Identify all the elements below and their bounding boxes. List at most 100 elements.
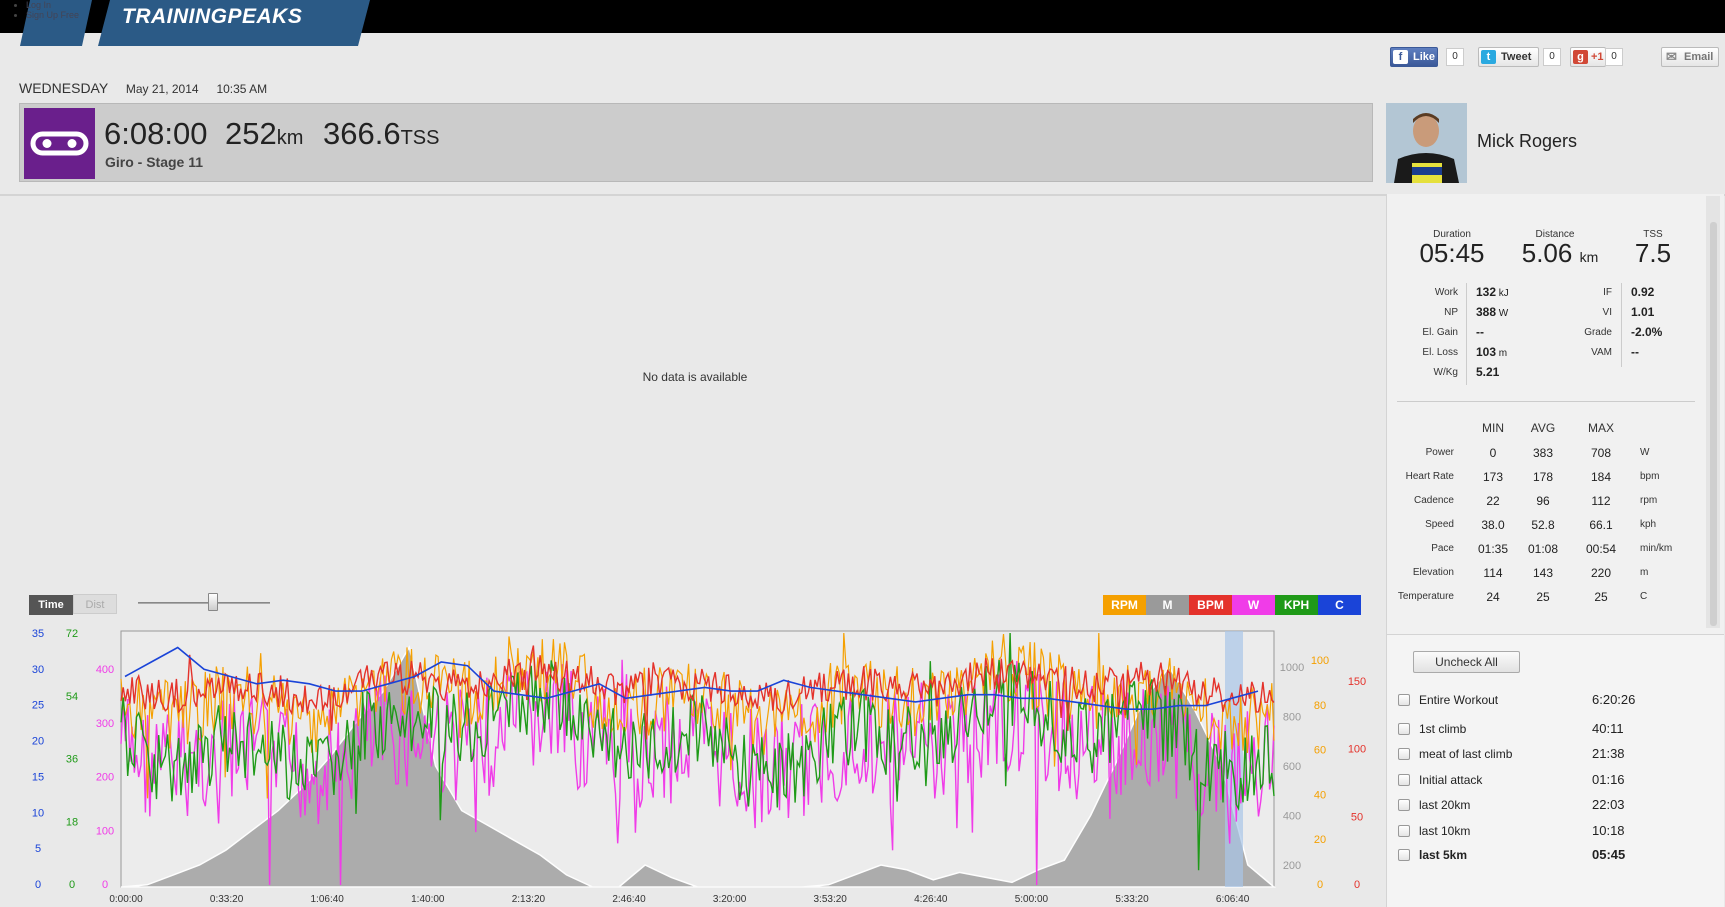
table-max: 66.1 <box>1589 518 1613 532</box>
axis-tick-label: 800 <box>1283 712 1301 724</box>
table-min: 22 <box>1486 494 1500 508</box>
axis-tick-label: 300 <box>96 718 114 730</box>
zoom-slider-handle[interactable] <box>208 593 218 611</box>
x-tick-label: 6:06:40 <box>1216 894 1250 905</box>
table-header-avg: AVG <box>1530 421 1556 435</box>
axis-tick-label: 40 <box>1314 789 1326 801</box>
lap-item[interactable]: Initial attack 01:16 <box>1398 772 1708 790</box>
workout-time: 10:35 AM <box>216 82 268 96</box>
facebook-like-button[interactable]: f Like <box>1390 47 1438 67</box>
duration-value: 05:45 <box>1419 238 1485 268</box>
legend-m[interactable]: M <box>1146 595 1189 615</box>
axis-tick-label: 0 <box>35 879 41 891</box>
lap-item[interactable]: meat of last climb 21:38 <box>1398 746 1708 764</box>
axis-tick-label: 400 <box>96 664 114 676</box>
table-min: 0 <box>1489 446 1497 460</box>
lap-checkbox[interactable] <box>1398 694 1410 706</box>
table-avg: 52.8 <box>1531 518 1555 532</box>
table-unit: kph <box>1640 519 1657 530</box>
axis-tick-label: 10 <box>32 807 44 819</box>
toggle-time[interactable]: Time <box>29 595 73 615</box>
table-avg: 143 <box>1532 566 1554 580</box>
stats-scrollbar-thumb[interactable] <box>1710 222 1717 626</box>
metric-value: 5.21 <box>1476 365 1499 379</box>
metrics-divider-left <box>1466 283 1467 385</box>
lap-name: Initial attack <box>1419 773 1483 787</box>
table-max: 708 <box>1590 446 1612 460</box>
workout-summary: 6:08:00 252km 366.6TSS Giro - Stage 11 <box>19 103 1373 182</box>
axis-tick-label: 18 <box>66 816 78 828</box>
axis-tick-label: 1000 <box>1280 662 1304 674</box>
lap-checkbox[interactable] <box>1398 825 1410 837</box>
table-unit: C <box>1640 591 1648 602</box>
metric-value: -2.0% <box>1631 325 1663 339</box>
table-row-label: Cadence <box>1413 495 1454 506</box>
x-tick-label: 3:20:00 <box>713 894 747 905</box>
email-button[interactable]: ✉ Email <box>1661 47 1719 67</box>
lap-checkbox[interactable] <box>1398 748 1410 760</box>
axis-tick-label: 100 <box>1311 655 1329 667</box>
lap-item[interactable]: last 20km 22:03 <box>1398 797 1708 815</box>
legend-rpm[interactable]: RPM <box>1103 595 1146 615</box>
lap-checkbox[interactable] <box>1398 774 1410 786</box>
lap-checkbox[interactable] <box>1398 723 1410 735</box>
table-header-max: MAX <box>1587 421 1614 435</box>
metric-value: -- <box>1476 325 1484 339</box>
table-row-label: Elevation <box>1412 567 1454 578</box>
tweet-button[interactable]: t Tweet <box>1478 47 1539 67</box>
legend-c[interactable]: C <box>1318 595 1361 615</box>
table-avg: 01:08 <box>1527 542 1559 556</box>
legend-kph[interactable]: KPH <box>1275 595 1318 615</box>
axis-tick-label: 100 <box>1348 744 1366 756</box>
table-max: 00:54 <box>1585 542 1617 556</box>
lap-item[interactable]: Entire Workout 6:20:26 <box>1398 692 1708 710</box>
lap-item[interactable]: last 10km 10:18 <box>1398 823 1708 841</box>
workout-chart[interactable]: 3530252015105072543618040030020010001000… <box>0 625 1385 907</box>
table-row-label: Heart Rate <box>1405 471 1454 482</box>
workout-date-text: May 21, 2014 <box>125 82 199 96</box>
login-link[interactable]: Log In <box>26 0 51 10</box>
axis-tick-label: 200 <box>1283 860 1301 872</box>
legend-bpm[interactable]: BPM <box>1189 595 1232 615</box>
lap-item[interactable]: last 5km 05:45 <box>1398 847 1708 865</box>
metric-label: VI <box>1602 307 1612 318</box>
table-avg: 25 <box>1536 590 1550 604</box>
toggle-dist[interactable]: Dist <box>73 594 117 614</box>
axis-tick-label: 72 <box>66 628 78 640</box>
lap-checkbox[interactable] <box>1398 799 1410 811</box>
x-tick-label: 1:40:00 <box>411 894 445 905</box>
lap-item[interactable]: 1st climb 40:11 <box>1398 721 1708 739</box>
metric-label: El. Gain <box>1422 327 1458 338</box>
signup-link[interactable]: Sign Up Free <box>26 10 79 20</box>
lap-time: 10:18 <box>1592 823 1625 838</box>
table-unit: m <box>1640 567 1649 578</box>
table-row-label: Pace <box>1431 543 1454 554</box>
table-row-label: Temperature <box>1397 591 1454 602</box>
metric-value: 132 kJ <box>1476 285 1509 299</box>
lap-time: 05:45 <box>1592 847 1626 862</box>
table-max: 184 <box>1590 470 1612 484</box>
uncheck-all-button[interactable]: Uncheck All <box>1413 651 1520 673</box>
lap-time: 6:20:26 <box>1592 692 1636 707</box>
google-plus-button[interactable]: g +1 <box>1570 47 1606 67</box>
table-max: 220 <box>1590 566 1612 580</box>
lap-name: last 5km <box>1419 848 1468 862</box>
metrics-separator <box>1397 401 1695 402</box>
total-tss: 366.6TSS <box>323 116 440 151</box>
table-row-label: Power <box>1425 447 1454 458</box>
trainingpeaks-logo[interactable]: TRAININGPEAKS <box>122 5 302 29</box>
axis-tick-label: 30 <box>32 664 44 676</box>
table-min: 114 <box>1483 566 1503 580</box>
table-row-label: Speed <box>1425 519 1454 530</box>
workout-day: Wednesday <box>19 80 108 96</box>
metric-number: 132 <box>1476 285 1497 299</box>
zoom-slider-track[interactable] <box>138 602 270 604</box>
lap-checkbox[interactable] <box>1398 849 1410 861</box>
metric-value: 103 m <box>1476 345 1507 359</box>
legend-w[interactable]: W <box>1232 595 1275 615</box>
x-tick-label: 2:13:20 <box>512 894 546 905</box>
axis-tick-label: 25 <box>32 700 44 712</box>
time-dist-toggle: Time Dist <box>29 594 117 615</box>
twitter-bird-icon: t <box>1481 50 1496 64</box>
x-tick-label: 3:53:20 <box>814 894 848 905</box>
